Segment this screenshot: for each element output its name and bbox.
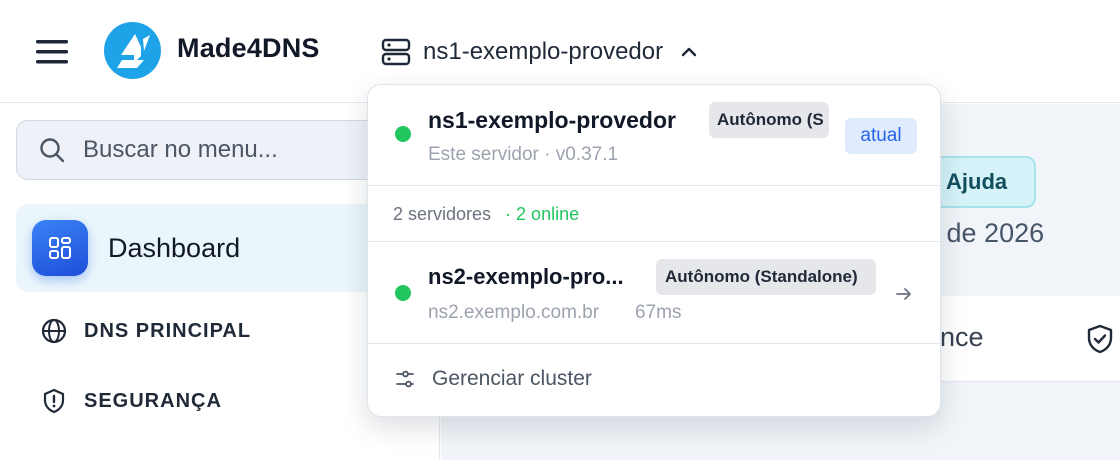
sidebar-item-dashboard[interactable]: Dashboard bbox=[16, 204, 426, 292]
search-input[interactable] bbox=[83, 136, 363, 164]
shield-check-icon bbox=[1087, 324, 1113, 354]
hamburger-icon bbox=[36, 40, 68, 64]
logo bbox=[104, 22, 161, 79]
mode-tag: Autônomo (S bbox=[709, 102, 829, 138]
manage-cluster-label: Gerenciar cluster bbox=[432, 367, 592, 390]
server-icon bbox=[381, 38, 411, 66]
online-status-dot bbox=[395, 285, 411, 301]
brand-name: Made4DNS bbox=[177, 33, 320, 63]
server-latency: 67ms bbox=[635, 302, 682, 323]
online-count: · 2 online bbox=[505, 204, 580, 224]
menu-toggle-button[interactable] bbox=[36, 38, 68, 66]
server-dropdown: ns1-exemplo-provedor Autônomo (S Este se… bbox=[367, 84, 941, 417]
chevron-up-icon bbox=[681, 47, 697, 57]
server-count: 2 servidores bbox=[393, 204, 492, 224]
mode-tag: Autônomo (Standalone) bbox=[656, 259, 876, 295]
search-icon bbox=[40, 138, 65, 163]
manage-cluster-button[interactable]: Gerenciar cluster bbox=[368, 343, 940, 416]
current-badge: atual bbox=[845, 118, 917, 154]
sidebar-item-label: Dashboard bbox=[108, 232, 241, 263]
logo-4-icon bbox=[104, 22, 161, 79]
cluster-summary: 2 servidores · 2 online bbox=[393, 204, 579, 225]
server-switcher-button[interactable]: ns1-exemplo-provedor bbox=[381, 36, 699, 68]
sidebar-item-label: DNS PRINCIPAL bbox=[84, 319, 252, 342]
sidebar-item-seguranca[interactable]: SEGURANÇA bbox=[40, 386, 222, 416]
current-server-name: ns1-exemplo-provedor bbox=[423, 38, 664, 65]
server-host: ns2.exemplo.com.br bbox=[428, 302, 600, 323]
divider bbox=[368, 185, 940, 186]
globe-icon bbox=[41, 318, 67, 344]
arrow-right-icon bbox=[896, 288, 911, 300]
menu-search bbox=[16, 120, 396, 180]
shield-icon bbox=[43, 388, 65, 414]
online-status-dot bbox=[395, 126, 411, 142]
server-name: ns2-exemplo-pro... bbox=[428, 264, 624, 289]
sidebar-item-label: SEGURANÇA bbox=[84, 389, 222, 412]
sidebar-item-dns-principal[interactable]: DNS PRINCIPAL bbox=[40, 316, 251, 346]
grid-icon bbox=[32, 220, 88, 276]
sliders-icon bbox=[396, 370, 414, 388]
server-subtitle: Este servidor · v0.37.1 bbox=[428, 144, 619, 165]
server-name: ns1-exemplo-provedor bbox=[428, 107, 676, 133]
server-row-ns2[interactable]: ns2-exemplo-pro... Autônomo (Standalone)… bbox=[368, 242, 940, 342]
